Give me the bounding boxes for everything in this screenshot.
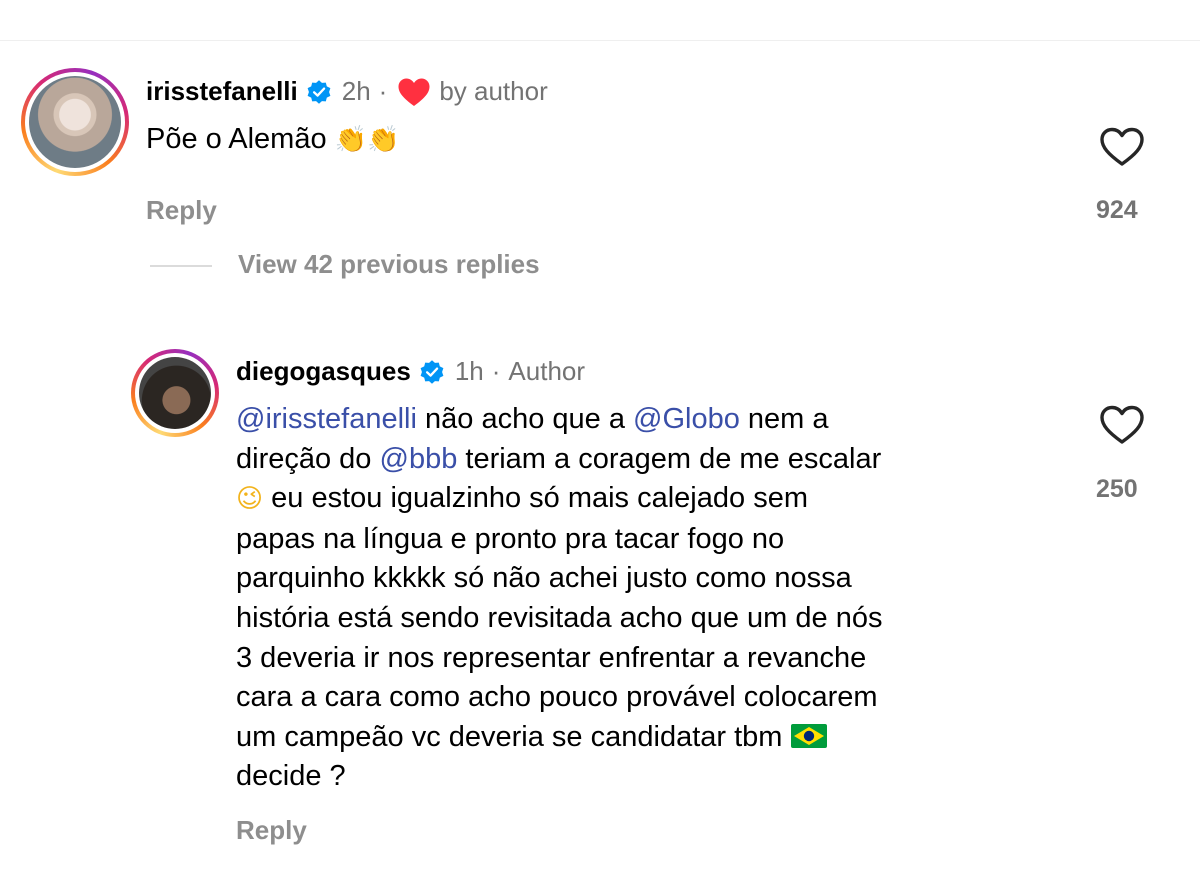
thread-line	[150, 265, 212, 267]
top-divider	[0, 40, 1200, 41]
comment-line: @irisstefanelli não acho que a @Globo ne…	[236, 403, 829, 435]
timestamp: 1h	[454, 356, 484, 386]
comment-line: história está sendo revisitada acho que …	[236, 601, 883, 634]
liked-by-author-label: by author	[439, 76, 548, 106]
winking-face-emoji: 😉	[236, 484, 264, 515]
comment-line: papas na língua e pronto pra tacar fogo …	[236, 522, 785, 555]
comment-header: diegogasques 1h · Author	[236, 356, 585, 387]
like-count: 924	[1096, 196, 1138, 224]
mention-link[interactable]: @bbb	[380, 443, 458, 475]
reply-button[interactable]: Reply	[236, 815, 307, 846]
like-count: 250	[1096, 475, 1138, 503]
reply-button[interactable]: Reply	[146, 195, 217, 226]
comment-text: Põe o Alemão 👏👏	[146, 120, 399, 161]
comment-line: 😉 eu estou igualzinho só mais calejado s…	[236, 482, 808, 515]
comment-line: cara a cara como acho pouco provável col…	[236, 681, 878, 714]
view-previous-replies-button[interactable]: View 42 previous replies	[238, 249, 540, 280]
username[interactable]: diegogasques	[236, 356, 411, 387]
avatar-image	[29, 76, 121, 168]
author-liked-heart-icon	[398, 78, 430, 106]
verified-badge-icon	[307, 79, 331, 104]
clapping-hands-emoji: 👏👏	[334, 125, 400, 155]
comment-line: um campeão vc deveria se candidatar tbm	[236, 718, 1016, 758]
mention-link[interactable]: @irisstefanelli	[236, 403, 417, 435]
avatar-image	[139, 357, 211, 429]
avatar-irisstefanelli[interactable]	[21, 68, 129, 176]
like-heart-icon[interactable]	[1099, 126, 1145, 168]
avatar-diegogasques[interactable]	[131, 349, 219, 437]
comment-line: direção do @bbb teriam a coragem de me e…	[236, 442, 882, 475]
comment-body: Põe o Alemão	[146, 123, 327, 155]
comment-line: parquinho kkkkk só não achei justo como …	[236, 562, 852, 595]
username[interactable]: irisstefanelli	[146, 76, 298, 107]
separator-dot: ·	[491, 356, 501, 386]
mention-link[interactable]: @Globo	[633, 403, 740, 435]
like-heart-icon[interactable]	[1099, 404, 1145, 446]
author-label: Author	[508, 356, 586, 386]
comment-line: 3 deveria ir nos representar enfrentar a…	[236, 641, 867, 674]
timestamp: 2h	[341, 76, 371, 106]
comment-header: irisstefanelli 2h · by author	[146, 76, 548, 107]
separator-dot: ·	[378, 76, 388, 106]
verified-badge-icon	[420, 359, 444, 384]
comment-line: decide ?	[236, 760, 346, 793]
comment-text: @irisstefanelli não acho que a @Globo ne…	[236, 400, 1016, 797]
brazil-flag-icon	[790, 723, 827, 748]
